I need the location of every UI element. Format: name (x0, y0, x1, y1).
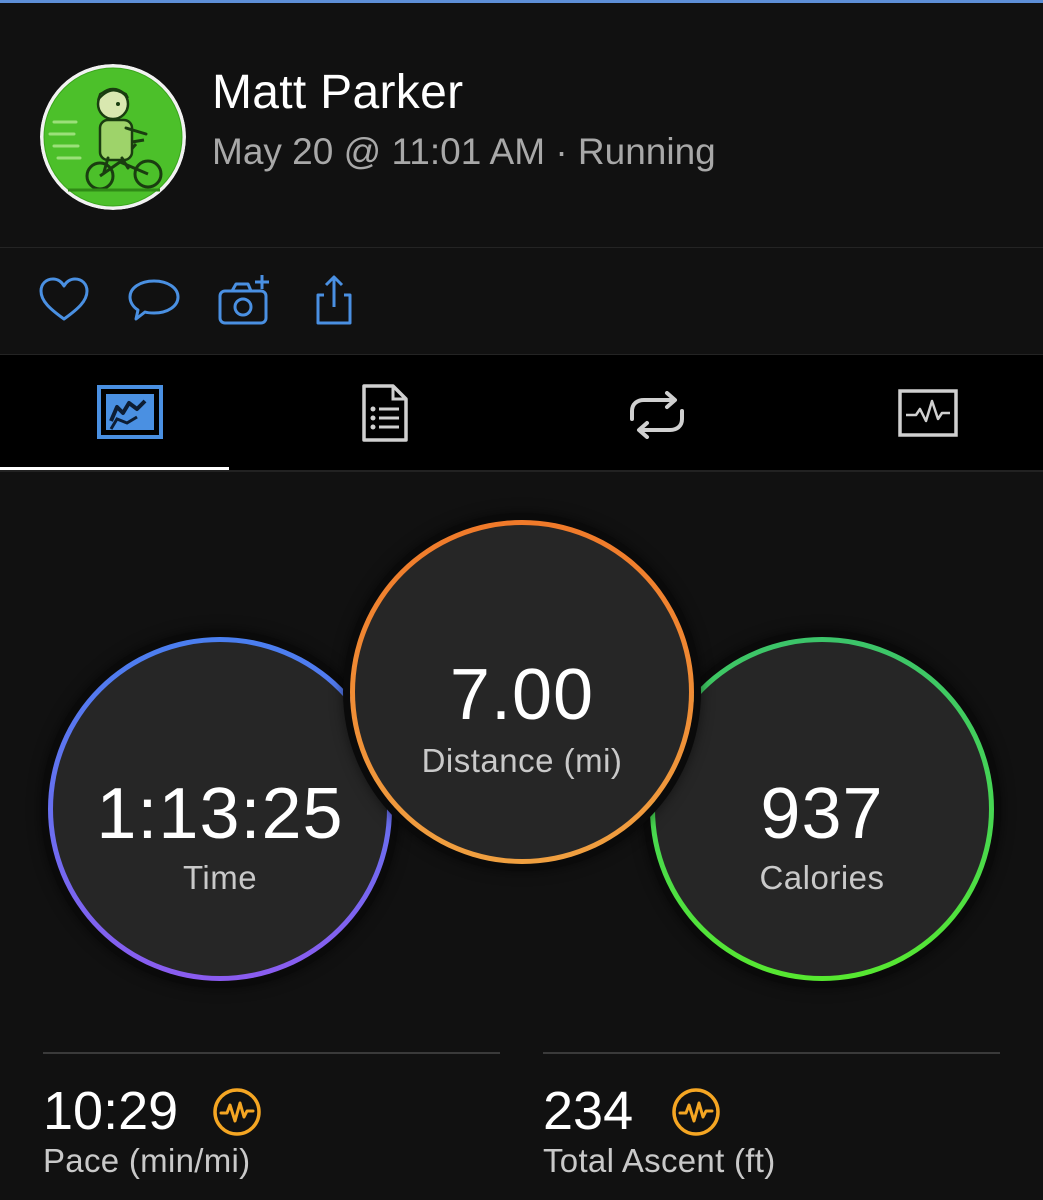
time-value: 1:13:25 (96, 774, 344, 854)
distance-value: 7.00 (449, 655, 595, 735)
laps-repeat-icon (630, 391, 684, 439)
comment-button[interactable] (126, 273, 182, 329)
calories-label: Calories (759, 859, 885, 896)
activity-wave-icon (672, 1088, 720, 1136)
share-icon (316, 275, 352, 325)
add-photo-button[interactable] (216, 273, 272, 329)
activity-meta: May 20 @ 11:01 AM · Running (212, 131, 716, 172)
user-name[interactable]: Matt Parker (212, 65, 463, 120)
map-chart-icon (97, 385, 163, 439)
avatar-image (40, 64, 186, 210)
divider (543, 1052, 1000, 1054)
calories-ring: 937 Calories (650, 637, 994, 981)
heart-icon (39, 277, 89, 321)
add-photo-icon (218, 275, 269, 325)
distance-ring: 7.00 Distance (mi) (350, 520, 694, 864)
tab-details[interactable] (255, 355, 515, 471)
pace-label: Pace (min/mi) (43, 1142, 251, 1179)
pace-info-icon[interactable] (212, 1087, 262, 1137)
divider (43, 1052, 500, 1054)
share-button[interactable] (306, 273, 362, 329)
time-ring: 1:13:25 Time (48, 637, 392, 981)
distance-label: Distance (mi) (421, 742, 623, 779)
calories-value: 937 (760, 774, 884, 854)
pace-value: 10:29 (43, 1081, 179, 1141)
avatar[interactable] (40, 64, 186, 210)
action-bar (0, 248, 1043, 354)
ascent-value: 234 (543, 1081, 634, 1141)
activity-wave-icon (213, 1088, 261, 1136)
tab-overview[interactable] (0, 355, 260, 471)
time-label: Time (182, 859, 258, 896)
ascent-info-icon[interactable] (671, 1087, 721, 1137)
document-list-icon (362, 384, 408, 442)
activity-header: Matt Parker May 20 @ 11:01 AM · Running (0, 3, 1043, 247)
tab-charts[interactable] (798, 355, 1043, 471)
ascent-label: Total Ascent (ft) (543, 1142, 776, 1179)
graph-chart-icon (898, 389, 958, 437)
comment-icon (128, 279, 180, 321)
tab-bar (0, 355, 1043, 471)
like-button[interactable] (36, 273, 92, 329)
tab-laps[interactable] (527, 355, 787, 471)
